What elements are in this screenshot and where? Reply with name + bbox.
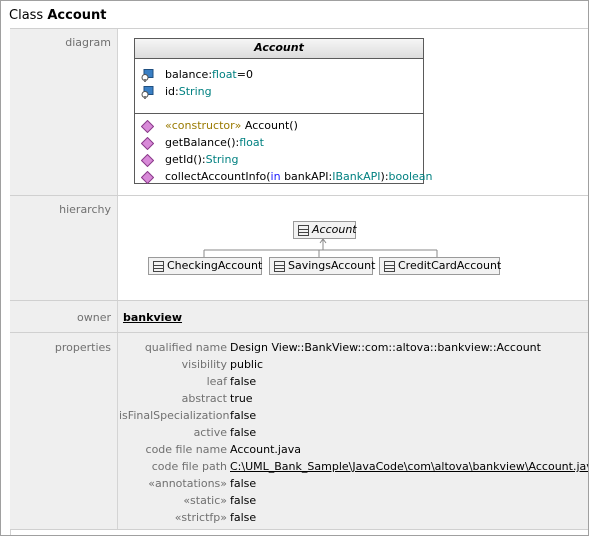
operation-getbalance[interactable]: getBalance():float	[165, 136, 264, 149]
property-value: public	[230, 358, 264, 371]
property-key: abstract	[181, 392, 227, 405]
property-key: leaf	[206, 375, 227, 388]
property-value: Account.java	[230, 443, 301, 456]
property-key: visibility	[181, 358, 227, 371]
operation-collectaccountinfo[interactable]: collectAccountInfo(in bankAPI:IBankAPI):…	[165, 170, 433, 183]
attribute-balance[interactable]: balance:float=0	[165, 68, 253, 81]
uml-operations-compartment: «constructor» Account() getBalance():flo…	[135, 114, 433, 184]
attribute-id[interactable]: id:String	[165, 85, 212, 98]
property-key: «strictfp»	[174, 511, 227, 524]
value-cell-owner: bankview	[118, 301, 588, 332]
property-value: false	[230, 477, 257, 490]
hierarchy-node-child[interactable]: CheckingAccount	[148, 257, 262, 275]
title-prefix: Class	[9, 8, 44, 23]
property-value: Design View::BankView::com::altova::bank…	[230, 341, 541, 354]
class-icon	[274, 261, 285, 272]
operation-getid[interactable]: getId():String	[165, 153, 238, 166]
class-icon	[153, 261, 164, 272]
class-documentation-window: Class Account diagram Account balance:fl…	[0, 0, 589, 536]
property-key: «static»	[183, 494, 227, 507]
uml-class-name: Account	[135, 39, 423, 59]
row-divider	[10, 529, 588, 530]
operation-diamond-icon	[141, 154, 154, 167]
property-key: «annotations»	[148, 477, 227, 490]
operation-diamond-icon	[141, 171, 154, 184]
page-title: Class Account	[9, 8, 106, 23]
hierarchy-node-child[interactable]: CreditCardAccount	[379, 257, 501, 275]
operation-diamond-icon	[141, 120, 154, 133]
label-owner: owner	[77, 311, 111, 324]
class-icon	[384, 261, 395, 272]
label-cell-hierarchy: hierarchy	[10, 196, 118, 300]
property-value: false	[230, 426, 257, 439]
property-value: false	[230, 375, 257, 388]
hierarchy-node-parent[interactable]: Account	[293, 221, 357, 239]
label-hierarchy: hierarchy	[59, 203, 111, 216]
label-cell-diagram: diagram	[10, 29, 118, 195]
row-properties: properties	[10, 333, 588, 529]
label-properties: properties	[54, 341, 111, 354]
code-file-path-link[interactable]: C:\UML_Bank_Sample\JavaCode\com\altova\b…	[230, 460, 588, 473]
operation-constructor[interactable]: «constructor» Account()	[165, 119, 298, 132]
property-value: false	[230, 494, 257, 507]
attribute-property-icon	[141, 69, 154, 82]
label-cell-properties: properties	[10, 333, 118, 529]
property-value: true	[230, 392, 253, 405]
title-class-name: Account	[47, 8, 107, 23]
property-key: isFinalSpecialization	[119, 409, 230, 422]
uml-attributes-compartment: balance:float=0 id:String	[135, 59, 423, 114]
property-key: code file name	[145, 443, 227, 456]
operation-diamond-icon	[141, 137, 154, 150]
property-value: false	[230, 511, 257, 524]
uml-class-box[interactable]: Account balance:float=0 id:String «const…	[134, 38, 433, 184]
attribute-property-icon	[141, 86, 154, 99]
property-key: qualified name	[144, 341, 227, 354]
property-value: false	[230, 409, 257, 422]
owner-link[interactable]: bankview	[123, 311, 182, 324]
class-icon	[298, 225, 309, 236]
property-key: active	[193, 426, 227, 439]
row-hierarchy: hierarchy	[10, 196, 588, 300]
label-cell-owner: owner	[10, 301, 118, 332]
row-owner: owner bankview	[10, 301, 588, 332]
label-diagram: diagram	[65, 36, 111, 49]
hierarchy-node-child[interactable]: SavingsAccount	[269, 257, 375, 275]
property-key: code file path	[151, 460, 227, 473]
